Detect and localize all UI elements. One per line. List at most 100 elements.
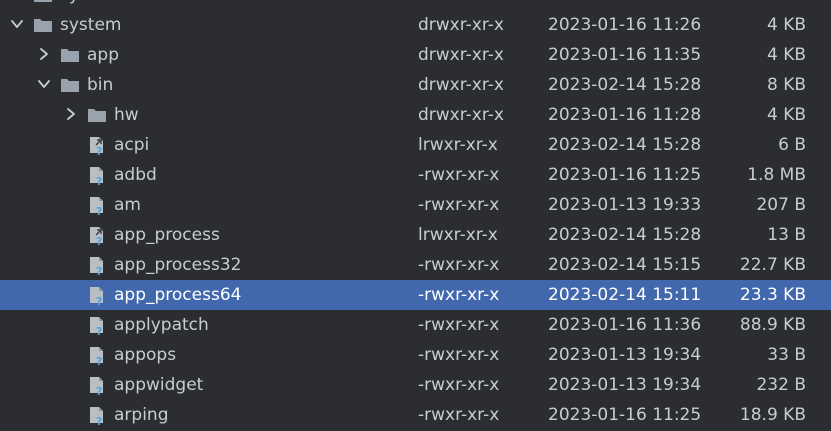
- file-date: 2023-02-14 15:28: [548, 135, 702, 155]
- file-name: app_process64: [114, 285, 242, 305]
- svg-text:?: ?: [96, 355, 102, 366]
- file-date: 2023-02-14 15:15: [548, 255, 702, 275]
- tree-row-app-process64[interactable]: ? app_process64 -rwxr-xr-x 2023-02-14 15:11…: [0, 280, 831, 310]
- file-permissions: -rwxr-xr-x: [418, 375, 500, 395]
- folder-icon: [60, 76, 79, 94]
- unknown-file-icon: ?: [87, 316, 105, 336]
- file-size: 207 B: [756, 195, 806, 215]
- file-date: 2023-02-14 15:11: [548, 285, 702, 305]
- file-date: 2023-01-13 19:34: [548, 345, 702, 365]
- tree-row-system[interactable]: system drwxr-xr-x 2023-01-16 11:26 4 KB: [0, 10, 831, 40]
- file-name: appwidget: [114, 375, 204, 395]
- svg-text:?: ?: [96, 295, 102, 306]
- chevron-right-icon[interactable]: [10, 0, 24, 1]
- svg-text:?: ?: [96, 235, 102, 246]
- file-size: 0 B: [778, 0, 806, 5]
- file-name: bin: [87, 75, 114, 95]
- tree-row-arping[interactable]: ? arping -rwxr-xr-x 2023-01-16 11:25 18.9 KB: [0, 400, 831, 430]
- file-name: applypatch: [114, 315, 209, 335]
- unknown-file-icon: ?: [87, 256, 105, 276]
- file-date: 2023-01-16 11:25: [548, 405, 702, 425]
- unknown-file-icon: ?: [87, 286, 105, 306]
- file-name: app_process32: [114, 255, 242, 275]
- folder-icon: [33, 16, 52, 34]
- unknown-file-icon: ?: [87, 196, 105, 216]
- folder-icon: [33, 0, 52, 4]
- file-permissions: drwxr-xr-x: [418, 75, 504, 95]
- file-size: 23.3 KB: [739, 285, 806, 305]
- file-size: 33 B: [767, 345, 806, 365]
- file-size: 22.7 KB: [739, 255, 806, 275]
- link-file-icon: ?: [87, 136, 105, 156]
- file-permissions: -rwxr-xr-x: [418, 315, 500, 335]
- file-size: 18.9 KB: [739, 405, 806, 425]
- chevron-right-icon[interactable]: [64, 107, 78, 121]
- svg-text:?: ?: [96, 205, 102, 216]
- folder-icon: [60, 46, 79, 64]
- svg-text:?: ?: [96, 415, 102, 426]
- svg-text:?: ?: [96, 385, 102, 396]
- tree-row-acpi[interactable]: ? acpi lrwxr-xr-x 2023-02-14 15:28 6 B: [0, 130, 831, 160]
- file-permissions: drwxr-xr-x: [418, 105, 504, 125]
- file-date: 2023-02-14 15:28: [548, 75, 702, 95]
- folder-icon: [87, 106, 106, 124]
- chevron-down-icon[interactable]: [37, 77, 51, 91]
- link-file-icon: ?: [87, 226, 105, 246]
- unknown-file-icon: ?: [87, 346, 105, 366]
- file-permissions: -rwxr-xr-x: [418, 165, 500, 185]
- unknown-file-icon: ?: [87, 406, 105, 426]
- tree-row-am[interactable]: ? am -rwxr-xr-x 2023-01-13 19:33 207 B: [0, 190, 831, 220]
- file-permissions: lrwxr-xr-x: [418, 225, 498, 245]
- svg-text:?: ?: [96, 145, 102, 156]
- tree-row-bin[interactable]: bin drwxr-xr-x 2023-02-14 15:28 8 KB: [0, 70, 831, 100]
- svg-text:?: ?: [96, 265, 102, 276]
- unknown-file-icon: ?: [87, 376, 105, 396]
- svg-text:?: ?: [96, 325, 102, 336]
- tree-row-appops[interactable]: ? appops -rwxr-xr-x 2023-01-13 19:34 33 B: [0, 340, 831, 370]
- file-size: 1.8 MB: [747, 165, 806, 185]
- tree-row-app-process32[interactable]: ? app_process32 -rwxr-xr-x 2023-02-14 15:15…: [0, 250, 831, 280]
- file-size: 4 KB: [766, 15, 806, 35]
- file-size: 4 KB: [766, 105, 806, 125]
- file-date: 2023-01-16 11:25: [548, 165, 702, 185]
- file-name: acpi: [114, 135, 150, 155]
- file-date: 2023-01-16 11:26: [548, 15, 702, 35]
- file-name: app_process: [114, 225, 220, 245]
- file-date: 2023-01-16 11:36: [548, 315, 702, 335]
- file-size: 13 B: [767, 225, 806, 245]
- file-permissions: dr-xr-xr-x: [418, 0, 495, 5]
- file-name: hw: [114, 105, 139, 125]
- tree-row-app[interactable]: app drwxr-xr-x 2023-01-16 11:35 4 KB: [0, 40, 831, 70]
- file-size: 4 KB: [766, 45, 806, 65]
- file-size: 6 B: [778, 135, 806, 155]
- file-name: adbd: [114, 165, 157, 185]
- unknown-file-icon: ?: [87, 166, 105, 186]
- file-name: app: [87, 45, 119, 65]
- tree-row-applypatch[interactable]: ? applypatch -rwxr-xr-x 2023-01-16 11:36 88.…: [0, 310, 831, 340]
- file-size: 232 B: [756, 375, 806, 395]
- file-name: arping: [114, 405, 169, 425]
- tree-row-app-process[interactable]: ? app_process lrwxr-xr-x 2023-02-14 15:28 13…: [0, 220, 831, 250]
- file-permissions: drwxr-xr-x: [418, 15, 504, 35]
- tree-row-hw[interactable]: hw drwxr-xr-x 2023-01-16 11:28 4 KB: [0, 100, 831, 130]
- file-date: 2023-01-13 19:34: [548, 375, 702, 395]
- file-permissions: -rwxr-xr-x: [418, 345, 500, 365]
- chevron-right-icon[interactable]: [37, 47, 51, 61]
- file-permissions: -rwxr-xr-x: [418, 405, 500, 425]
- file-name: system: [60, 15, 122, 35]
- file-size: 8 KB: [766, 75, 806, 95]
- file-permissions: -rwxr-xr-x: [418, 195, 500, 215]
- file-permissions: lrwxr-xr-x: [418, 135, 498, 155]
- svg-text:?: ?: [96, 175, 102, 186]
- chevron-down-icon[interactable]: [10, 17, 24, 31]
- file-permissions: drwxr-xr-x: [418, 45, 504, 65]
- file-date: 2023-01-16 11:28: [548, 105, 702, 125]
- file-size: 88.9 KB: [739, 315, 806, 335]
- file-permissions: -rwxr-xr-x: [418, 255, 500, 275]
- file-permissions: -rwxr-xr-x: [418, 285, 500, 305]
- file-name: am: [114, 195, 141, 215]
- tree-row-sys[interactable]: sys dr-xr-xr-x 2023-03-07 23:30 0 B: [0, 0, 831, 10]
- tree-row-adbd[interactable]: ? adbd -rwxr-xr-x 2023-01-16 11:25 1.8 MB: [0, 160, 831, 190]
- file-name: sys: [60, 0, 88, 5]
- tree-row-appwidget[interactable]: ? appwidget -rwxr-xr-x 2023-01-13 19:34 232 …: [0, 370, 831, 400]
